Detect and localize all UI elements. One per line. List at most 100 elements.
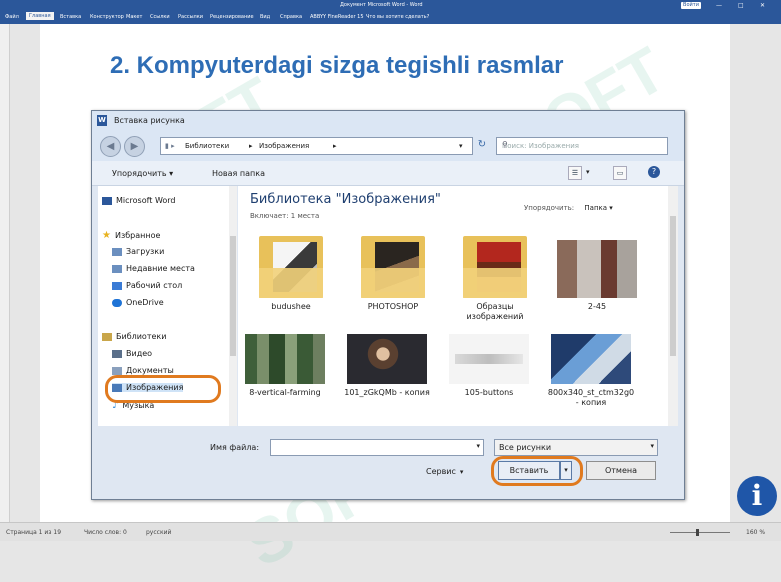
- close-icon[interactable]: ✕: [760, 2, 765, 9]
- nav-item-microsoft-word[interactable]: Microsoft Word: [102, 196, 176, 205]
- window-title: Документ Microsoft Word - Word: [340, 2, 423, 8]
- sign-in-button[interactable]: Войти: [681, 2, 701, 9]
- chevron-right-icon: ▸: [333, 142, 337, 150]
- nav-item-documents[interactable]: Документы: [112, 366, 174, 375]
- dialog-toolbar: Упорядочить ▾ Новая папка ☰ ▾ ▭ ?: [92, 161, 684, 186]
- info-icon[interactable]: i: [737, 476, 777, 516]
- folder-icon: [463, 236, 527, 298]
- cancel-button[interactable]: Отмена: [586, 461, 656, 480]
- tab-references[interactable]: Ссылки: [150, 14, 170, 20]
- chevron-down-icon[interactable]: ▾: [476, 442, 480, 450]
- language[interactable]: русский: [146, 529, 171, 536]
- tab-view[interactable]: Вид: [260, 14, 270, 20]
- file-name: 101_zGkQMb - копия: [344, 388, 430, 397]
- file-item[interactable]: 800x340_st_ctm32g0 - копия: [546, 334, 636, 408]
- back-icon[interactable]: ◀: [100, 136, 121, 157]
- refresh-icon[interactable]: ↻: [474, 137, 490, 153]
- folder-icon: ▮ ▸: [165, 142, 175, 150]
- organize-button[interactable]: Упорядочить ▾: [112, 169, 173, 178]
- breadcrumb-pictures[interactable]: Изображения: [259, 142, 309, 150]
- minimize-icon[interactable]: —: [716, 2, 722, 9]
- file-list-scrollbar[interactable]: [668, 186, 678, 426]
- chevron-down-icon[interactable]: ▾: [459, 142, 463, 150]
- tab-design[interactable]: Конструктор: [90, 14, 124, 20]
- video-icon: [112, 349, 122, 358]
- file-name: Образцы изображений: [466, 302, 524, 321]
- zoom-slider[interactable]: [670, 532, 730, 533]
- word-count[interactable]: Число слов: 0: [84, 529, 127, 536]
- preview-pane-icon[interactable]: ▭: [613, 166, 627, 180]
- page-counter[interactable]: Страница 1 из 19: [6, 529, 61, 536]
- file-item[interactable]: 101_zGkQMb - копия: [342, 334, 432, 398]
- filename-input[interactable]: ▾: [270, 439, 484, 456]
- recent-places-icon: [112, 264, 122, 273]
- tab-mailings[interactable]: Рассылки: [178, 14, 203, 20]
- nav-item-video[interactable]: Видео: [112, 349, 152, 358]
- file-item[interactable]: budushee: [246, 236, 336, 312]
- filetype-value: Все рисунки: [499, 443, 552, 452]
- file-item[interactable]: PHOTOSHOP: [348, 236, 438, 312]
- highlight-pictures: [105, 375, 221, 403]
- highlight-insert: [491, 456, 583, 486]
- tab-insert[interactable]: Вставка: [60, 14, 81, 20]
- dialog-title: Вставка рисунка: [114, 116, 185, 125]
- tools-button[interactable]: Сервис ▾: [426, 467, 463, 476]
- image-thumbnail: [557, 240, 637, 298]
- file-name: 2-45: [587, 302, 607, 311]
- nav-item-onedrive[interactable]: OneDrive: [112, 298, 164, 307]
- chevron-down-icon[interactable]: ▾: [586, 168, 590, 176]
- help-icon[interactable]: ?: [648, 166, 660, 178]
- nav-item-favorites[interactable]: ★ Избранное: [102, 230, 160, 241]
- maximize-icon[interactable]: □: [738, 2, 744, 9]
- file-name: 105-buttons: [464, 388, 514, 397]
- search-input[interactable]: Поиск: Изображения ⚲: [496, 137, 668, 155]
- tab-abbyy[interactable]: ABBYY FineReader 15: [310, 14, 364, 20]
- arrange-dropdown[interactable]: Папка ▾: [584, 204, 612, 212]
- nav-item-desktop[interactable]: Рабочий стол: [112, 281, 182, 290]
- tab-layout[interactable]: Макет: [126, 14, 142, 20]
- desktop-icon: [112, 281, 122, 290]
- image-thumbnail: [347, 334, 427, 384]
- chevron-down-icon: ▾: [459, 468, 464, 476]
- tab-help[interactable]: Справка: [280, 14, 302, 20]
- documents-icon: [112, 366, 122, 375]
- nav-item-downloads[interactable]: Загрузки: [112, 247, 164, 256]
- scrollbar-thumb[interactable]: [230, 236, 236, 356]
- word-titlebar: Документ Microsoft Word - Word Войти — □…: [0, 0, 781, 11]
- filename-label: Имя файла:: [210, 443, 260, 452]
- view-options-icon[interactable]: ☰: [568, 166, 582, 180]
- image-thumbnail: [449, 334, 529, 384]
- star-icon: ★: [102, 230, 111, 241]
- file-item[interactable]: 105-buttons: [444, 334, 534, 398]
- zoom-level[interactable]: 160 %: [746, 529, 765, 536]
- new-folder-button[interactable]: Новая папка: [212, 169, 265, 178]
- file-item[interactable]: 8-vertical-farming: [240, 334, 330, 398]
- forward-icon[interactable]: ▶: [124, 136, 145, 157]
- insert-picture-dialog: W Вставка рисунка ◀ ▶ ▮ ▸ Библиотеки ▸ И…: [91, 110, 685, 500]
- file-item[interactable]: Образцы изображений: [450, 236, 540, 322]
- breadcrumb-libraries[interactable]: Библиотеки: [185, 142, 229, 150]
- tab-home[interactable]: Главная: [26, 12, 54, 20]
- tell-me-search[interactable]: Что вы хотите сделать?: [366, 14, 429, 20]
- nav-item-libraries[interactable]: Библиотеки: [102, 332, 166, 341]
- image-thumbnail: [551, 334, 631, 384]
- zoom-thumb[interactable]: [696, 529, 699, 536]
- library-subtitle: Включает: 1 места: [250, 212, 320, 220]
- onedrive-icon: [112, 298, 122, 307]
- file-item[interactable]: 2-45: [552, 236, 642, 312]
- tab-file[interactable]: Файл: [5, 14, 19, 20]
- chevron-right-icon: ▸: [249, 142, 253, 150]
- libraries-icon: [102, 332, 112, 341]
- folder-icon: [259, 236, 323, 298]
- filetype-select[interactable]: Все рисунки ▾: [494, 439, 658, 456]
- tab-review[interactable]: Рецензирование: [210, 14, 254, 20]
- search-icon: ⚲: [502, 140, 508, 149]
- file-name: budushee: [271, 302, 311, 311]
- nav-scrollbar[interactable]: [229, 186, 237, 426]
- nav-item-recent-places[interactable]: Недавние места: [112, 264, 195, 273]
- dialog-titlebar: W Вставка рисунка: [92, 111, 684, 131]
- address-bar[interactable]: ▮ ▸ Библиотеки ▸ Изображения ▸ ▾: [160, 137, 473, 155]
- status-bar: Страница 1 из 19 Число слов: 0 русский 1…: [0, 522, 781, 541]
- scrollbar-thumb[interactable]: [670, 216, 676, 356]
- arrange-by[interactable]: Упорядочить: Папка ▾: [524, 204, 613, 212]
